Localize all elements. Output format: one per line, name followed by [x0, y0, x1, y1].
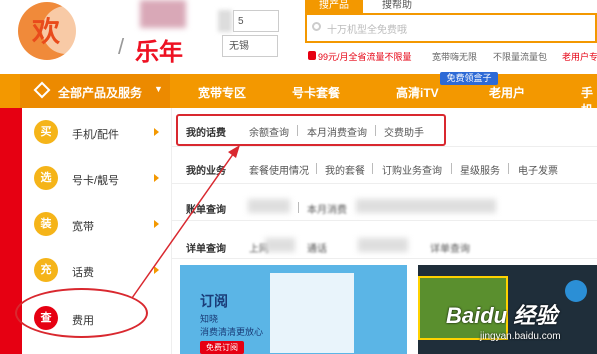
watermark-url: jingyan.baidu.com	[480, 331, 561, 342]
watermark-logo: Baidu 经验	[446, 303, 558, 328]
